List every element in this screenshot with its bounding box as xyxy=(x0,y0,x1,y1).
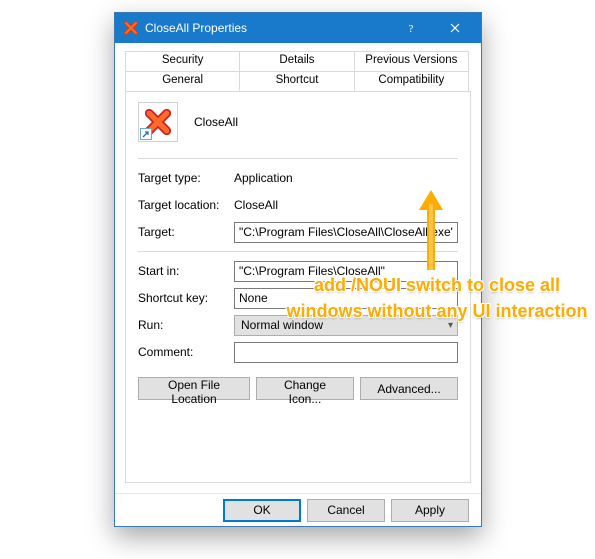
svg-text:?: ? xyxy=(409,23,414,34)
divider xyxy=(138,251,458,252)
label-target-type: Target type: xyxy=(138,171,234,185)
advanced-button[interactable]: Advanced... xyxy=(360,377,458,400)
tab-strip: Security Details Previous Versions Gener… xyxy=(125,51,471,91)
label-comment: Comment: xyxy=(138,345,234,359)
run-select[interactable]: Normal window ▾ xyxy=(234,315,458,336)
tab-general[interactable]: General xyxy=(125,71,240,91)
change-icon-button[interactable]: Change Icon... xyxy=(256,377,354,400)
run-select-value: Normal window xyxy=(241,318,323,332)
label-target: Target: xyxy=(138,225,234,239)
shortcut-key-input[interactable] xyxy=(234,288,458,309)
value-target-location: CloseAll xyxy=(234,198,278,212)
target-input[interactable] xyxy=(234,222,458,243)
label-run: Run: xyxy=(138,318,234,332)
dialog-footer: OK Cancel Apply xyxy=(115,493,481,526)
chevron-down-icon: ▾ xyxy=(448,320,453,331)
label-shortcut-key: Shortcut key: xyxy=(138,291,234,305)
label-target-location: Target location: xyxy=(138,198,234,212)
label-start-in: Start in: xyxy=(138,264,234,278)
open-file-location-button[interactable]: Open File Location xyxy=(138,377,250,400)
tab-shortcut[interactable]: Shortcut xyxy=(239,71,354,91)
value-target-type: Application xyxy=(234,171,293,185)
window-title: CloseAll Properties xyxy=(145,21,389,35)
titlebar: CloseAll Properties ? xyxy=(115,13,481,43)
shortcut-large-icon xyxy=(138,102,178,142)
tab-details[interactable]: Details xyxy=(239,51,354,71)
apply-button[interactable]: Apply xyxy=(391,499,469,522)
tab-panel: CloseAll Target type: Application Target… xyxy=(125,91,471,483)
tab-security[interactable]: Security xyxy=(125,51,240,71)
ok-button[interactable]: OK xyxy=(223,499,301,522)
tab-compatibility[interactable]: Compatibility xyxy=(354,71,469,91)
app-icon xyxy=(123,20,139,36)
help-button[interactable]: ? xyxy=(389,13,433,43)
shortcut-overlay-icon xyxy=(140,128,152,140)
cancel-button[interactable]: Cancel xyxy=(307,499,385,522)
start-in-input[interactable] xyxy=(234,261,458,282)
shortcut-name: CloseAll xyxy=(194,115,238,129)
properties-window: CloseAll Properties ? Security Details P… xyxy=(114,12,482,527)
tab-previous-versions[interactable]: Previous Versions xyxy=(354,51,469,71)
divider xyxy=(138,158,458,159)
close-button[interactable] xyxy=(433,13,477,43)
client-area: Security Details Previous Versions Gener… xyxy=(115,43,481,493)
comment-input[interactable] xyxy=(234,342,458,363)
